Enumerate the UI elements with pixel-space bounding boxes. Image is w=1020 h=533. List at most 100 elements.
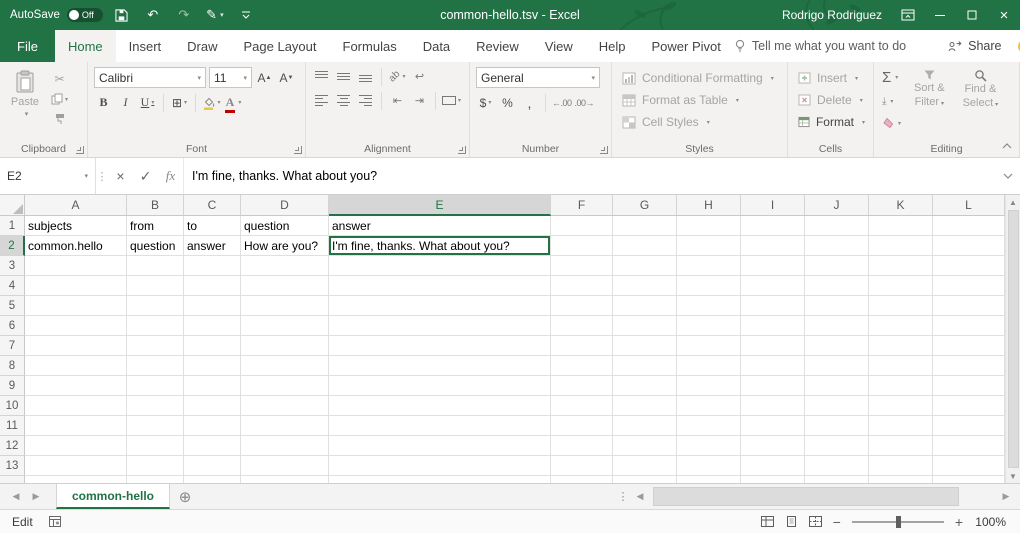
cell-A6[interactable] bbox=[25, 316, 127, 336]
autosum-button[interactable]: Σ▾ bbox=[882, 70, 901, 85]
cell-I10[interactable] bbox=[741, 396, 805, 416]
column-header-I[interactable]: I bbox=[741, 195, 805, 216]
cell-J3[interactable] bbox=[805, 256, 869, 276]
cell-J1[interactable] bbox=[805, 216, 869, 236]
tab-help[interactable]: Help bbox=[586, 30, 639, 62]
cell-I9[interactable] bbox=[741, 376, 805, 396]
cell-I3[interactable] bbox=[741, 256, 805, 276]
bold-button[interactable]: B bbox=[94, 93, 113, 112]
cell-A13[interactable] bbox=[25, 456, 127, 476]
cell-F10[interactable] bbox=[551, 396, 613, 416]
font-name-select[interactable]: Calibri▾ bbox=[94, 67, 206, 88]
column-header-E[interactable]: E bbox=[329, 195, 551, 216]
sort-filter-button[interactable]: Sort & Filter▾ bbox=[909, 67, 950, 133]
row-header-12[interactable]: 12 bbox=[0, 436, 25, 456]
cell-A1[interactable]: subjects bbox=[25, 216, 127, 236]
autosave-toggle[interactable]: Off bbox=[67, 8, 103, 22]
cell-H6[interactable] bbox=[677, 316, 741, 336]
cell-partial[interactable] bbox=[677, 476, 741, 483]
cell-C11[interactable] bbox=[184, 416, 241, 436]
row-header-1[interactable]: 1 bbox=[0, 216, 25, 236]
copy-button[interactable]: ▾ bbox=[50, 92, 69, 106]
cell-L11[interactable] bbox=[933, 416, 1005, 436]
cell-B2[interactable]: question bbox=[127, 236, 184, 256]
italic-button[interactable]: I bbox=[116, 93, 135, 112]
row-header-8[interactable]: 8 bbox=[0, 356, 25, 376]
cell-G12[interactable] bbox=[613, 436, 677, 456]
cell-H2[interactable] bbox=[677, 236, 741, 256]
align-center-button[interactable] bbox=[334, 91, 353, 110]
align-right-button[interactable] bbox=[356, 91, 375, 110]
cell-C5[interactable] bbox=[184, 296, 241, 316]
v-scroll-up-icon[interactable]: ▲ bbox=[1009, 196, 1017, 208]
increase-decimal-button[interactable]: ←.00 bbox=[552, 93, 572, 112]
cell-partial[interactable] bbox=[184, 476, 241, 483]
pen-mode-button[interactable]: ✎▾ bbox=[203, 0, 227, 30]
cell-I7[interactable] bbox=[741, 336, 805, 356]
cell-I6[interactable] bbox=[741, 316, 805, 336]
row-header-13[interactable]: 13 bbox=[0, 456, 25, 476]
cell-G6[interactable] bbox=[613, 316, 677, 336]
cell-K2[interactable] bbox=[869, 236, 933, 256]
delete-cells-button[interactable]: Delete▾ bbox=[794, 89, 869, 111]
cell-D6[interactable] bbox=[241, 316, 329, 336]
cell-J12[interactable] bbox=[805, 436, 869, 456]
sheet-nav-right-icon[interactable]: ▶ bbox=[26, 484, 46, 509]
cell-K7[interactable] bbox=[869, 336, 933, 356]
cell-L4[interactable] bbox=[933, 276, 1005, 296]
zoom-out-button[interactable]: − bbox=[833, 514, 841, 530]
number-dialog-launcher[interactable] bbox=[600, 146, 608, 154]
column-header-C[interactable]: C bbox=[184, 195, 241, 216]
h-scrollbar-thumb[interactable] bbox=[653, 487, 959, 506]
macro-record-button[interactable] bbox=[49, 516, 61, 527]
cell-D8[interactable] bbox=[241, 356, 329, 376]
v-scrollbar[interactable]: ▲ ▼ bbox=[1005, 195, 1020, 483]
collapse-ribbon-button[interactable] bbox=[1002, 138, 1012, 152]
cell-G3[interactable] bbox=[613, 256, 677, 276]
cell-B9[interactable] bbox=[127, 376, 184, 396]
cell-L3[interactable] bbox=[933, 256, 1005, 276]
cell-L13[interactable] bbox=[933, 456, 1005, 476]
cell-F4[interactable] bbox=[551, 276, 613, 296]
insert-function-button[interactable]: fx bbox=[158, 158, 183, 194]
cell-L6[interactable] bbox=[933, 316, 1005, 336]
cell-L8[interactable] bbox=[933, 356, 1005, 376]
number-format-select[interactable]: General▾ bbox=[476, 67, 600, 88]
cell-A2[interactable]: common.hello bbox=[25, 236, 127, 256]
h-scroll-right-icon[interactable]: ▶ bbox=[996, 484, 1016, 509]
formula-bar-expand-button[interactable] bbox=[996, 158, 1020, 194]
enter-button[interactable]: ✓ bbox=[133, 158, 158, 194]
cell-F5[interactable] bbox=[551, 296, 613, 316]
cell-I8[interactable] bbox=[741, 356, 805, 376]
font-size-select[interactable]: 11▾ bbox=[209, 67, 252, 88]
cell-partial[interactable] bbox=[25, 476, 127, 483]
cell-H3[interactable] bbox=[677, 256, 741, 276]
cell-C13[interactable] bbox=[184, 456, 241, 476]
cell-L12[interactable] bbox=[933, 436, 1005, 456]
cell-K13[interactable] bbox=[869, 456, 933, 476]
cell-A8[interactable] bbox=[25, 356, 127, 376]
cell-K3[interactable] bbox=[869, 256, 933, 276]
column-header-K[interactable]: K bbox=[869, 195, 933, 216]
cell-G13[interactable] bbox=[613, 456, 677, 476]
row-header-5[interactable]: 5 bbox=[0, 296, 25, 316]
fill-button[interactable]: ⤓▾ bbox=[882, 96, 901, 107]
cell-G7[interactable] bbox=[613, 336, 677, 356]
format-painter-button[interactable] bbox=[50, 112, 69, 126]
minimize-button[interactable] bbox=[924, 0, 956, 30]
cell-B12[interactable] bbox=[127, 436, 184, 456]
view-normal-button[interactable] bbox=[761, 516, 774, 527]
save-button[interactable] bbox=[110, 0, 134, 30]
cell-E7[interactable] bbox=[329, 336, 551, 356]
font-dialog-launcher[interactable] bbox=[294, 146, 302, 154]
cell-J11[interactable] bbox=[805, 416, 869, 436]
cell-H9[interactable] bbox=[677, 376, 741, 396]
cell-J2[interactable] bbox=[805, 236, 869, 256]
cell-K11[interactable] bbox=[869, 416, 933, 436]
cell-J9[interactable] bbox=[805, 376, 869, 396]
cell-J13[interactable] bbox=[805, 456, 869, 476]
insert-cells-button[interactable]: Insert▾ bbox=[794, 67, 869, 89]
cell-A10[interactable] bbox=[25, 396, 127, 416]
align-middle-button[interactable] bbox=[334, 67, 353, 86]
tab-draw[interactable]: Draw bbox=[174, 30, 230, 62]
